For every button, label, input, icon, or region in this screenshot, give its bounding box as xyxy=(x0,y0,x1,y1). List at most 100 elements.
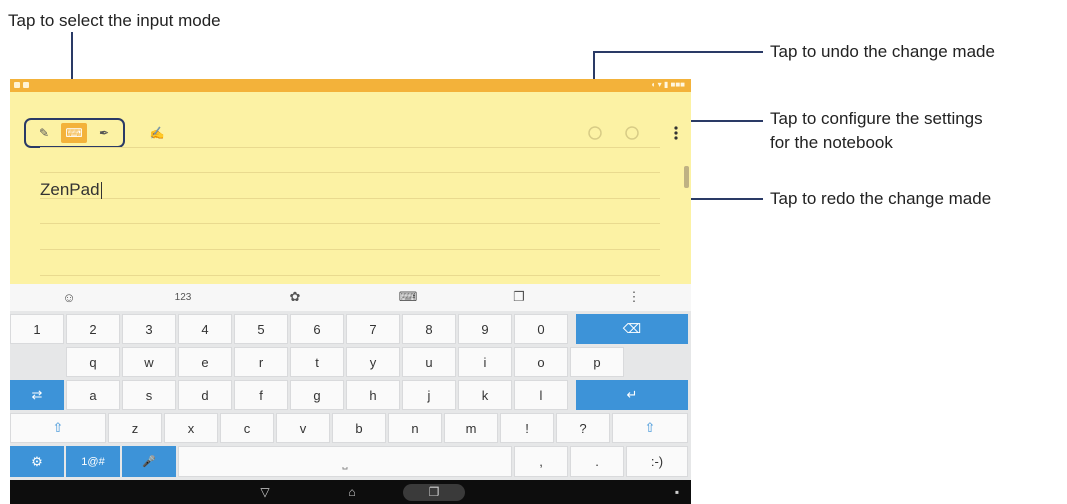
key-7[interactable]: 7 xyxy=(346,314,400,344)
key-m[interactable]: m xyxy=(444,413,498,443)
key-p[interactable]: p xyxy=(570,347,624,377)
key-r[interactable]: r xyxy=(234,347,288,377)
key-y[interactable]: y xyxy=(346,347,400,377)
key-x[interactable]: x xyxy=(164,413,218,443)
ruled-line xyxy=(40,275,660,276)
key-5[interactable]: 5 xyxy=(234,314,288,344)
keyboard-icon: ⌨ xyxy=(65,126,83,140)
navigation-bar: ▽ ⌂ ❐ ▪ xyxy=(10,480,691,504)
status-icons: ◖ ▾ ▮ ■■■ xyxy=(650,80,685,89)
emoji-icon[interactable]: ☺ xyxy=(57,287,81,307)
ruled-line xyxy=(40,249,660,250)
key-s[interactable]: s xyxy=(122,380,176,410)
enter-key[interactable]: ↵ xyxy=(576,380,688,410)
recents-icon[interactable]: ❐ xyxy=(422,484,446,500)
redo-button[interactable] xyxy=(621,122,643,144)
ruled-line xyxy=(40,198,660,199)
back-icon[interactable]: ▽ xyxy=(253,484,277,500)
key-l[interactable]: l xyxy=(514,380,568,410)
callout-settings-line1: Tap to configure the settings xyxy=(770,109,983,128)
period-key[interactable]: . xyxy=(570,446,624,477)
key-8[interactable]: 8 xyxy=(402,314,456,344)
edit-pen-icon: ✍ xyxy=(149,126,165,140)
more-icon[interactable]: ⋮ xyxy=(622,287,646,307)
ruled-line xyxy=(40,223,660,224)
brush-mode-button[interactable]: ✒ xyxy=(91,123,117,143)
keyboard-toolbar: ☺ 123 ✿ ⌨ ❐ ⋮ xyxy=(10,284,691,311)
numbers-button[interactable]: 123 xyxy=(168,287,198,307)
status-bar: ◖ ▾ ▮ ■■■ xyxy=(10,79,691,92)
undo-button[interactable] xyxy=(584,122,606,144)
ruled-line xyxy=(40,147,660,148)
keyboard-settings-key[interactable]: ⚙ xyxy=(10,446,64,477)
text-cursor xyxy=(100,182,102,200)
key-j[interactable]: j xyxy=(402,380,456,410)
callout-settings-line xyxy=(683,120,763,122)
undo-icon xyxy=(588,126,602,140)
keyboard-mode-button[interactable]: ⌨ xyxy=(61,123,87,143)
brush-icon: ✒ xyxy=(98,126,110,140)
tab-key[interactable]: ⇄ xyxy=(10,380,64,410)
note-scrollbar[interactable] xyxy=(684,166,689,188)
key-exclamation[interactable]: ! xyxy=(500,413,554,443)
key-3[interactable]: 3 xyxy=(122,314,176,344)
callout-redo: Tap to redo the change made xyxy=(770,189,992,208)
emoticon-key[interactable]: :-) xyxy=(626,446,688,477)
key-h[interactable]: h xyxy=(346,380,400,410)
clipboard-icon[interactable]: ❐ xyxy=(507,287,531,307)
edit-pen-button[interactable]: ✍ xyxy=(145,122,169,144)
key-d[interactable]: d xyxy=(178,380,232,410)
comma-key[interactable]: , xyxy=(514,446,568,477)
keyboard-layout-icon[interactable]: ⌨ xyxy=(396,287,420,307)
on-screen-keyboard: ☺ 123 ✿ ⌨ ❐ ⋮ 1 2 3 4 5 6 7 8 9 0 ⌫ q w … xyxy=(10,284,691,480)
input-mode-selector[interactable]: ✎ ⌨ ✒ xyxy=(24,118,125,148)
key-2[interactable]: 2 xyxy=(66,314,120,344)
key-q[interactable]: q xyxy=(66,347,120,377)
key-4[interactable]: 4 xyxy=(178,314,232,344)
key-b[interactable]: b xyxy=(332,413,386,443)
note-area[interactable]: ✎ ⌨ ✒ ✍ ZenPad xyxy=(10,92,691,284)
key-i[interactable]: i xyxy=(458,347,512,377)
key-v[interactable]: v xyxy=(276,413,330,443)
key-0[interactable]: 0 xyxy=(514,314,568,344)
status-notifications xyxy=(14,82,29,88)
voice-input-key[interactable]: 🎤 xyxy=(122,446,176,477)
handwriting-mode-button[interactable]: ✎ xyxy=(31,123,57,143)
more-options-button[interactable] xyxy=(667,124,685,142)
key-u[interactable]: u xyxy=(402,347,456,377)
key-k[interactable]: k xyxy=(458,380,512,410)
key-o[interactable]: o xyxy=(514,347,568,377)
callout-undo: Tap to undo the change made xyxy=(770,42,995,61)
note-text[interactable]: ZenPad xyxy=(40,180,102,200)
theme-icon[interactable]: ✿ xyxy=(283,287,307,307)
key-1[interactable]: 1 xyxy=(10,314,64,344)
key-c[interactable]: c xyxy=(220,413,274,443)
key-t[interactable]: t xyxy=(290,347,344,377)
note-text-content: ZenPad xyxy=(40,180,100,199)
shift-key-right[interactable]: ⇧ xyxy=(612,413,688,443)
shift-key-left[interactable]: ⇧ xyxy=(10,413,106,443)
space-key[interactable]: ⎵ xyxy=(178,446,512,477)
callout-settings-line2: for the notebook xyxy=(770,133,893,152)
more-options-icon xyxy=(674,126,678,140)
redo-icon xyxy=(625,126,639,140)
key-a[interactable]: a xyxy=(66,380,120,410)
key-question[interactable]: ? xyxy=(556,413,610,443)
key-z[interactable]: z xyxy=(108,413,162,443)
handwriting-icon: ✎ xyxy=(38,126,50,140)
key-9[interactable]: 9 xyxy=(458,314,512,344)
key-g[interactable]: g xyxy=(290,380,344,410)
key-e[interactable]: e xyxy=(178,347,232,377)
key-n[interactable]: n xyxy=(388,413,442,443)
key-f[interactable]: f xyxy=(234,380,288,410)
tablet-screen: ◖ ▾ ▮ ■■■ ✎ ⌨ ✒ ✍ ZenPad ☺ 123 ✿ ⌨ ❐ ⋮ 1… xyxy=(10,79,691,504)
callout-input-mode: Tap to select the input mode xyxy=(8,11,221,30)
symbols-key[interactable]: 1@# xyxy=(66,446,120,477)
backspace-key[interactable]: ⌫ xyxy=(576,314,688,344)
callout-undo-line-h xyxy=(593,51,763,53)
home-icon[interactable]: ⌂ xyxy=(340,484,364,500)
keyboard-switch-icon[interactable]: ▪ xyxy=(665,484,689,500)
ruled-line xyxy=(40,172,660,173)
key-w[interactable]: w xyxy=(122,347,176,377)
key-6[interactable]: 6 xyxy=(290,314,344,344)
